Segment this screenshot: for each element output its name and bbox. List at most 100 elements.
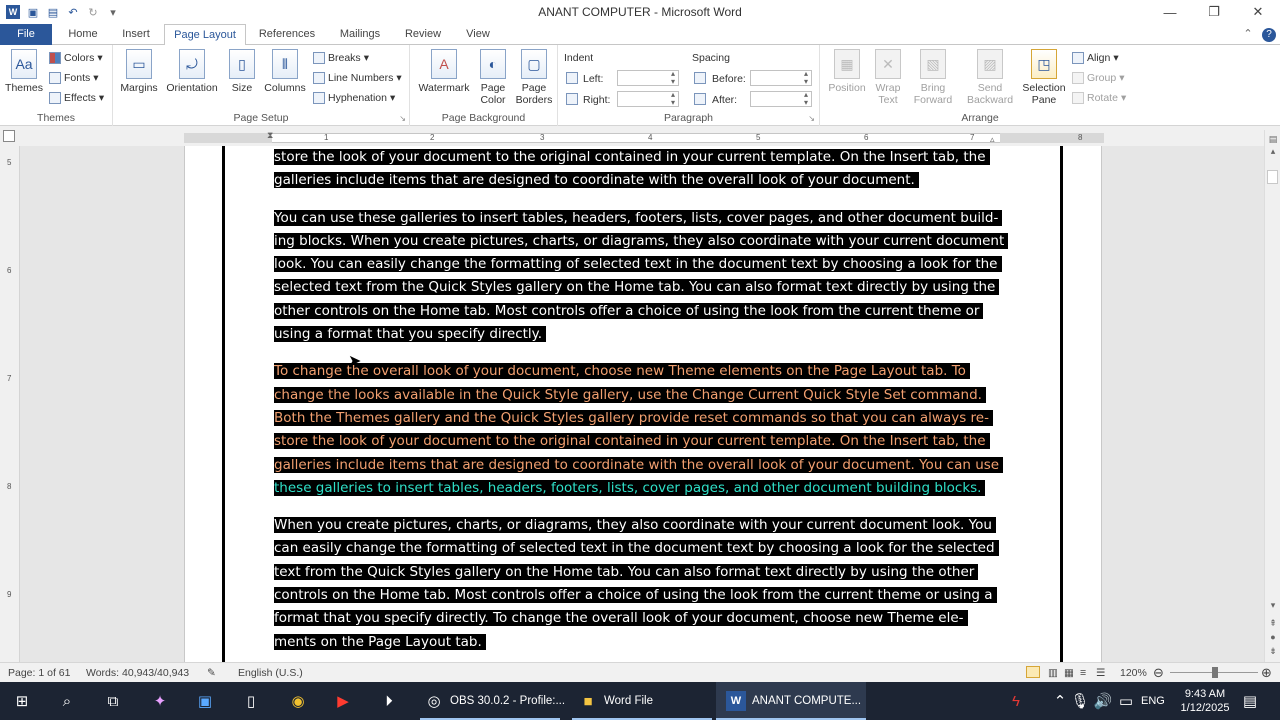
store-button[interactable]: ▣ <box>195 682 215 720</box>
document-page[interactable]: store the look of your document to the o… <box>184 146 1102 662</box>
columns-button[interactable]: ⫴ Columns <box>263 49 307 94</box>
scroll-down-icon[interactable]: ▾ <box>1267 600 1279 612</box>
tab-review[interactable]: Review <box>398 24 448 45</box>
dialog-launcher-icon[interactable]: ↘ <box>399 114 406 123</box>
horizontal-ruler[interactable]: 1 2 3 4 5 6 7 8 ⧗ ▵ <box>0 126 1280 146</box>
volume-tray-button[interactable]: 🔊 <box>1093 682 1113 720</box>
next-page-icon[interactable]: ⇟ <box>1267 646 1279 658</box>
spacing-before-input[interactable] <box>750 70 812 86</box>
tab-file[interactable]: File <box>0 24 52 45</box>
line-numbers-button[interactable]: Line Numbers ▾ <box>313 70 402 86</box>
page-count[interactable]: Page: 1 of 61 <box>8 667 70 679</box>
document-paragraph[interactable]: store the look of your document to the o… <box>274 146 1002 193</box>
chrome-button[interactable]: ◉ <box>288 682 308 720</box>
document-paragraph[interactable]: To change the overall look of your docum… <box>274 360 1004 500</box>
print-layout-icon[interactable] <box>1026 666 1040 678</box>
show-hidden-icons-button[interactable]: ⌃ <box>1050 682 1070 720</box>
indent-marker-icon[interactable]: ⧗ <box>267 130 273 141</box>
watermark-button[interactable]: A Watermark <box>416 49 472 94</box>
microphone-tray-button[interactable]: 🎙 <box>1070 682 1090 720</box>
document-paragraph[interactable]: You can use these galleries to insert ta… <box>274 207 1009 347</box>
scroll-up-icon[interactable]: ▴ <box>1267 146 1279 158</box>
network-tray-button[interactable]: ▭ <box>1116 682 1136 720</box>
redo-icon[interactable]: ↻ <box>86 5 100 19</box>
draft-icon[interactable]: ☰ <box>1096 667 1105 679</box>
task-view-button[interactable]: ⧉ <box>103 682 123 720</box>
indent-left-input[interactable] <box>617 70 679 86</box>
indent-right-input[interactable] <box>617 91 679 107</box>
customize-qat-icon[interactable]: ▾ <box>106 5 120 19</box>
new-document-icon[interactable]: ▤ <box>46 5 60 19</box>
language-indicator[interactable]: English (U.S.) <box>238 667 303 679</box>
minimize-button[interactable]: — <box>1148 0 1192 24</box>
proofing-icon[interactable]: ✎ <box>207 667 216 679</box>
breaks-button[interactable]: Breaks ▾ <box>313 50 369 66</box>
tab-selector-icon[interactable] <box>3 130 15 142</box>
send-backward-button[interactable]: ▨ Send Backward <box>962 49 1018 106</box>
zoom-out-icon[interactable]: ⊖ <box>1153 665 1164 681</box>
rotate-button[interactable]: Rotate ▾ <box>1072 90 1126 106</box>
document-paragraph[interactable]: When you create pictures, charts, or dia… <box>274 514 1002 654</box>
taskbar-app-word[interactable]: W ANANT COMPUTE... <box>716 682 866 720</box>
tab-insert[interactable]: Insert <box>114 24 158 45</box>
tab-page-layout[interactable]: Page Layout <box>164 24 246 46</box>
notifications-button[interactable]: ▤ <box>1240 682 1260 720</box>
fonts-button[interactable]: Fonts ▾ <box>49 70 99 86</box>
page-borders-button[interactable]: ▢ Page Borders <box>514 49 554 106</box>
page-border-left <box>222 146 225 662</box>
file-explorer-button[interactable]: ▯ <box>241 682 261 720</box>
start-button[interactable]: ⊞ <box>12 682 32 720</box>
effects-button[interactable]: Effects ▾ <box>49 90 104 106</box>
size-button[interactable]: ▯ Size <box>227 49 257 94</box>
search-button[interactable]: ⌕ <box>57 682 77 720</box>
previous-page-icon[interactable]: ⇞ <box>1267 618 1279 630</box>
margins-button[interactable]: ▭ Margins <box>119 49 159 94</box>
web-layout-icon[interactable]: ▦ <box>1064 667 1074 679</box>
group-button[interactable]: Group ▾ <box>1072 70 1124 86</box>
save-icon[interactable]: ▣ <box>26 5 40 19</box>
taskbar-app-word-file[interactable]: ■ Word File <box>578 682 653 720</box>
help-icon[interactable]: ? <box>1260 24 1278 45</box>
align-button[interactable]: Align ▾ <box>1072 50 1119 66</box>
view-ruler-icon[interactable]: ▤ <box>1267 134 1279 146</box>
outline-icon[interactable]: ≡ <box>1080 667 1086 679</box>
zoom-slider-thumb[interactable] <box>1212 667 1218 678</box>
youtube-button[interactable]: ▶ <box>333 682 353 720</box>
wrap-text-button[interactable]: ✕ Wrap Text <box>870 49 906 106</box>
bring-forward-button[interactable]: ▧ Bring Forward <box>908 49 958 106</box>
taskbar-app-obs[interactable]: ◎ OBS 30.0.2 - Profile:... <box>424 682 565 720</box>
collapse-ribbon-icon[interactable]: ⌃ <box>1240 24 1256 45</box>
antivirus-tray-button[interactable]: ϟ <box>1006 682 1026 720</box>
right-indent-marker-icon[interactable]: ▵ <box>990 134 995 145</box>
colors-button[interactable]: Colors ▾ <box>49 50 103 66</box>
selection-pane-button[interactable]: ◳ Selection Pane <box>1018 49 1070 106</box>
copilot-button[interactable]: ✦ <box>150 682 170 720</box>
hyphenation-button[interactable]: Hyphenation ▾ <box>313 90 395 106</box>
media-player-button[interactable]: ⏵ <box>379 682 399 720</box>
scrollbar-thumb[interactable] <box>1267 170 1278 184</box>
language-tray[interactable]: ENG <box>1141 682 1165 720</box>
clock[interactable]: 9:43 AM 1/12/2025 <box>1170 682 1240 720</box>
themes-button[interactable]: Aa Themes <box>4 49 44 94</box>
close-button[interactable]: ✕ <box>1236 0 1280 24</box>
spacing-after-input[interactable] <box>750 91 812 107</box>
position-button[interactable]: ▦ Position <box>824 49 870 94</box>
page-color-button[interactable]: ◐ Page Color <box>474 49 512 106</box>
orientation-button[interactable]: ⤾ Orientation <box>163 49 221 94</box>
undo-icon[interactable]: ↶ <box>66 5 80 19</box>
full-screen-reading-icon[interactable]: ▥ <box>1048 667 1058 679</box>
tab-home[interactable]: Home <box>60 24 106 45</box>
tab-references[interactable]: References <box>254 24 320 45</box>
tab-view[interactable]: View <box>456 24 500 45</box>
tab-mailings[interactable]: Mailings <box>330 24 390 45</box>
paragraph-dialog-launcher-icon[interactable]: ↘ <box>808 114 815 123</box>
vruler-number: 7 <box>7 374 12 383</box>
zoom-level[interactable]: 120% <box>1120 667 1147 679</box>
restore-button[interactable]: ❐ <box>1192 0 1236 24</box>
document-body[interactable]: store the look of your document to the o… <box>274 146 1009 662</box>
zoom-in-icon[interactable]: ⊕ <box>1261 665 1272 681</box>
vertical-scrollbar[interactable]: ▤ ▴ ▾ ⇞ ● ⇟ <box>1264 130 1280 662</box>
word-count[interactable]: Words: 40,943/40,943 <box>86 667 189 679</box>
hyphenation-icon <box>313 92 325 104</box>
browse-object-icon[interactable]: ● <box>1267 632 1279 644</box>
